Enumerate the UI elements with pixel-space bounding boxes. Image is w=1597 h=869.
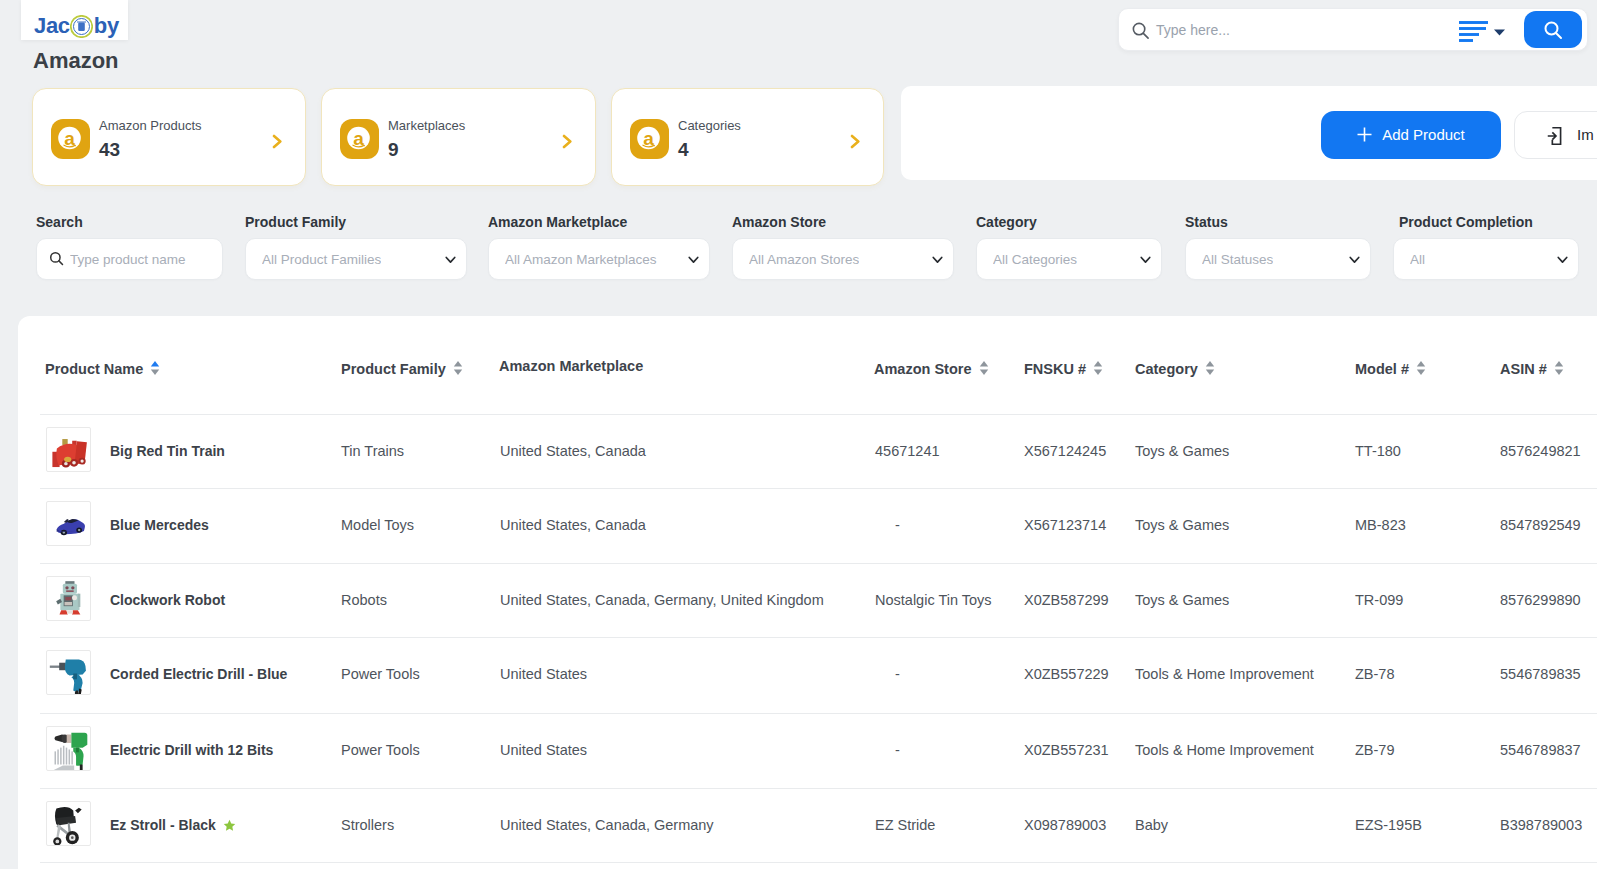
svg-text:a: a <box>64 128 75 149</box>
svg-text:a: a <box>353 128 364 149</box>
svg-text:a: a <box>643 128 654 149</box>
